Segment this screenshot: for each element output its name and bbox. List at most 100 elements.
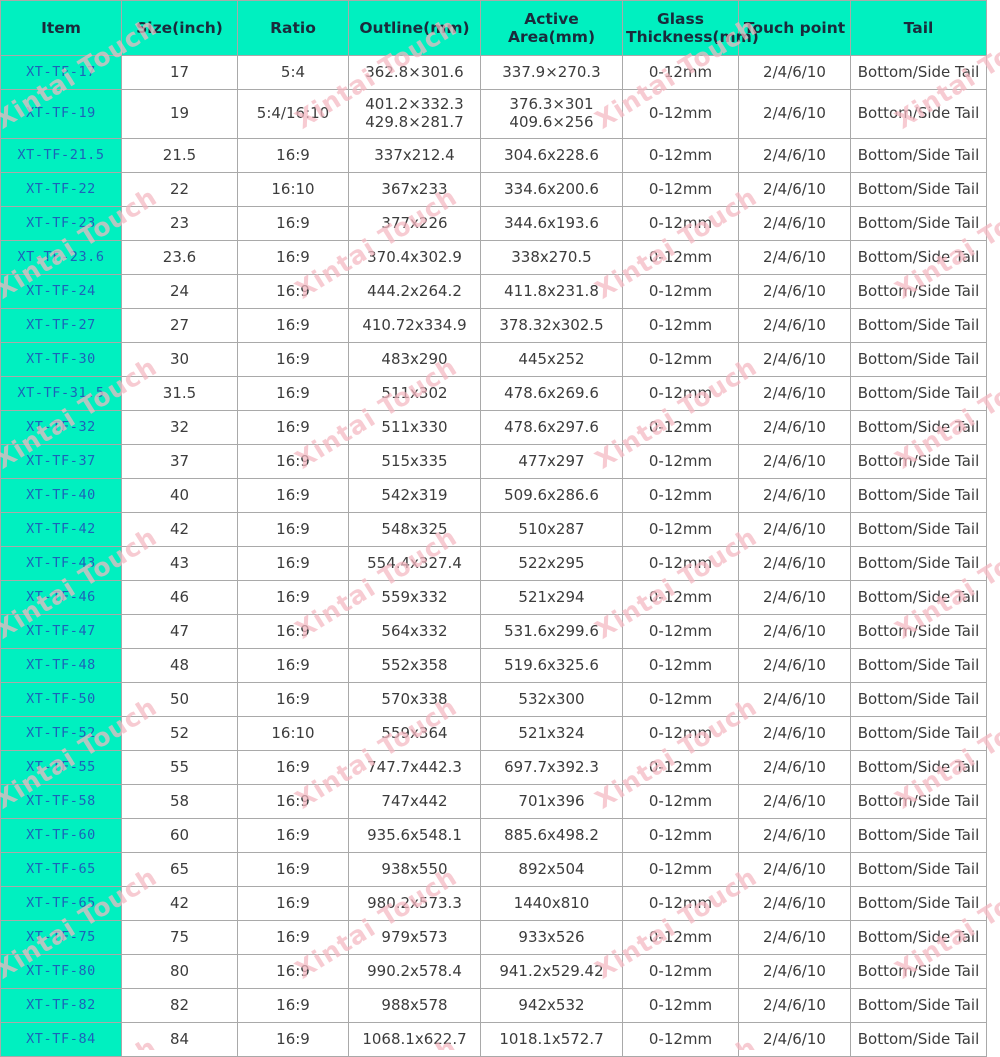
cell-size: 19 xyxy=(121,89,238,139)
header-row: Item Size(inch) Ratio Outline(mm) Active… xyxy=(0,0,987,56)
cell-active-area: 411.8x231.8 xyxy=(480,274,623,309)
cell-touch-point: 2/4/6/10 xyxy=(738,376,851,411)
cell-active-area: 478.6x269.6 xyxy=(480,376,623,411)
cell-item: XT-TF-65 xyxy=(0,852,122,887)
cell-size: 21.5 xyxy=(121,138,238,173)
cell-item: XT-TF-52 xyxy=(0,716,122,751)
cell-ratio: 16:9 xyxy=(237,512,349,547)
cell-active-area: 521x294 xyxy=(480,580,623,615)
cell-tail: Bottom/Side Tail xyxy=(850,206,987,241)
cell-outline: 554.4x327.4 xyxy=(348,546,481,581)
table-row: XT-TF-19 19 5:4/16:10 401.2×332.3 429.8×281.… xyxy=(0,89,987,139)
cell-touch-point: 2/4/6/10 xyxy=(738,55,851,90)
cell-outline: 570x338 xyxy=(348,682,481,717)
cell-glass-thickness: 0-12mm xyxy=(622,55,739,90)
cell-glass-thickness: 0-12mm xyxy=(622,342,739,377)
cell-active-area: 531.6x299.6 xyxy=(480,614,623,649)
cell-size: 75 xyxy=(121,920,238,955)
cell-outline: 990.2x578.4 xyxy=(348,954,481,989)
cell-size: 32 xyxy=(121,410,238,445)
cell-outline-line-2: 429.8×281.7 xyxy=(365,113,464,131)
cell-outline: 367x233 xyxy=(348,172,481,207)
cell-size: 43 xyxy=(121,546,238,581)
cell-tail: Bottom/Side Tail xyxy=(850,580,987,615)
cell-item: XT-TF-84 xyxy=(0,1022,122,1057)
cell-size: 52 xyxy=(121,716,238,751)
cell-tail: Bottom/Side Tail xyxy=(850,172,987,207)
cell-tail: Bottom/Side Tail xyxy=(850,546,987,581)
cell-glass-thickness: 0-12mm xyxy=(622,138,739,173)
cell-active-area-line-1: 376.3×301 xyxy=(509,95,594,114)
cell-glass-thickness: 0-12mm xyxy=(622,852,739,887)
cell-active-area: 338x270.5 xyxy=(480,240,623,275)
cell-tail: Bottom/Side Tail xyxy=(850,682,987,717)
cell-ratio: 16:9 xyxy=(237,886,349,921)
cell-tail: Bottom/Side Tail xyxy=(850,444,987,479)
cell-item: XT-TF-27 xyxy=(0,308,122,343)
cell-size: 65 xyxy=(121,852,238,887)
column-header-touch-point: Touch point xyxy=(738,0,851,56)
cell-size: 55 xyxy=(121,750,238,785)
cell-size: 23.6 xyxy=(121,240,238,275)
table-row: XT-TF-21.5 21.5 16:9 337x212.4 304.6x228.6 0-… xyxy=(0,138,987,173)
cell-tail: Bottom/Side Tail xyxy=(850,240,987,275)
table-row: XT-TF-31.5 31.5 16:9 511x302 478.6x269.6 0-12… xyxy=(0,376,987,411)
cell-tail: Bottom/Side Tail xyxy=(850,410,987,445)
cell-item: XT-TF-21.5 xyxy=(0,138,122,173)
cell-item: XT-TF-82 xyxy=(0,988,122,1023)
cell-active-area: 892x504 xyxy=(480,852,623,887)
cell-active-area: 521x324 xyxy=(480,716,623,751)
cell-active-area: 337.9×270.3 xyxy=(480,55,623,90)
cell-ratio: 16:9 xyxy=(237,750,349,785)
cell-ratio: 16:9 xyxy=(237,546,349,581)
cell-ratio: 16:9 xyxy=(237,648,349,683)
cell-glass-thickness: 0-12mm xyxy=(622,614,739,649)
cell-size: 46 xyxy=(121,580,238,615)
cell-active-area: 477x297 xyxy=(480,444,623,479)
spec-table-container: Item Size(inch) Ratio Outline(mm) Active… xyxy=(0,0,987,1057)
cell-outline-line-1: 401.2×332.3 xyxy=(365,95,464,114)
cell-item: XT-TF-58 xyxy=(0,784,122,819)
cell-item: XT-TF-23.6 xyxy=(0,240,122,275)
cell-outline: 1068.1x622.7 xyxy=(348,1022,481,1057)
cell-ratio: 16:9 xyxy=(237,580,349,615)
table-row: XT-TF-22 22 16:10 367x233 334.6x200.6 0-12mm 2… xyxy=(0,172,987,207)
cell-item: XT-TF-48 xyxy=(0,648,122,683)
table-row: XT-TF-24 24 16:9 444.2x264.2 411.8x231.8 0-12… xyxy=(0,274,987,309)
cell-ratio: 16:9 xyxy=(237,954,349,989)
cell-touch-point: 2/4/6/10 xyxy=(738,308,851,343)
cell-item: XT-TF-23 xyxy=(0,206,122,241)
table-row: XT-TF-60 60 16:9 935.6x548.1 885.6x498.2 0-12… xyxy=(0,818,987,853)
table-row: XT-TF-80 80 16:9 990.2x578.4 941.2x529.42 0-1… xyxy=(0,954,987,989)
cell-ratio: 16:9 xyxy=(237,206,349,241)
table-row: XT-TF-65 42 16:9 980.2x573.3 1440x810 0-12mm 2… xyxy=(0,886,987,921)
cell-outline: 511x302 xyxy=(348,376,481,411)
table-row: XT-TF-42 42 16:9 548x325 510x287 0-12mm 2/4/6/… xyxy=(0,512,987,547)
cell-glass-thickness: 0-12mm xyxy=(622,172,739,207)
cell-touch-point: 2/4/6/10 xyxy=(738,920,851,955)
cell-outline: 938x550 xyxy=(348,852,481,887)
column-header-size: Size(inch) xyxy=(121,0,238,56)
cell-outline: 337x212.4 xyxy=(348,138,481,173)
cell-touch-point: 2/4/6/10 xyxy=(738,614,851,649)
cell-touch-point: 2/4/6/10 xyxy=(738,750,851,785)
cell-size: 82 xyxy=(121,988,238,1023)
table-row: XT-TF-47 47 16:9 564x332 531.6x299.6 0-12mm 2/… xyxy=(0,614,987,649)
column-header-ratio: Ratio xyxy=(237,0,349,56)
cell-touch-point: 2/4/6/10 xyxy=(738,784,851,819)
cell-touch-point: 2/4/6/10 xyxy=(738,988,851,1023)
cell-item: XT-TF-22 xyxy=(0,172,122,207)
cell-outline: 988x578 xyxy=(348,988,481,1023)
table-row: XT-TF-23 23 16:9 377x226 344.6x193.6 0-12mm 2/… xyxy=(0,206,987,241)
cell-touch-point: 2/4/6/10 xyxy=(738,89,851,139)
cell-outline: 483x290 xyxy=(348,342,481,377)
table-row: XT-TF-32 32 16:9 511x330 478.6x297.6 0-12mm 2/… xyxy=(0,410,987,445)
cell-touch-point: 2/4/6/10 xyxy=(738,716,851,751)
cell-glass-thickness: 0-12mm xyxy=(622,512,739,547)
cell-outline: 559x332 xyxy=(348,580,481,615)
cell-outline: 548x325 xyxy=(348,512,481,547)
cell-outline: 444.2x264.2 xyxy=(348,274,481,309)
cell-ratio: 16:10 xyxy=(237,716,349,751)
cell-active-area: 519.6x325.6 xyxy=(480,648,623,683)
table-body: XT-TF-17 17 5:4 362.8×301.6 337.9×270.3 0-12m… xyxy=(0,55,987,1057)
